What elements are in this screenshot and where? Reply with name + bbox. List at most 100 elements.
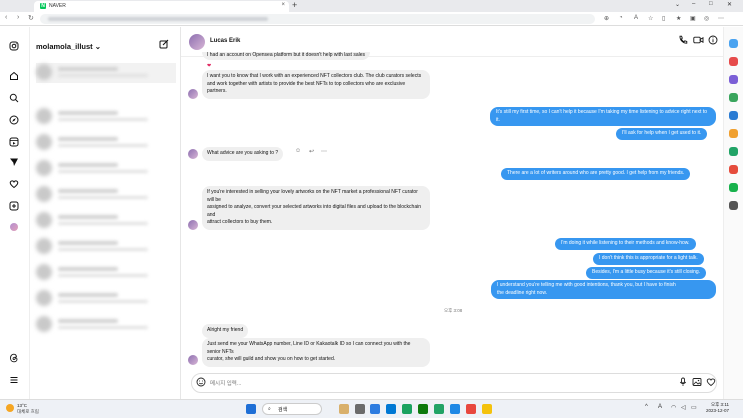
outlook-icon[interactable]: [729, 111, 738, 120]
excel-icon[interactable]: [434, 404, 444, 414]
reply-icon[interactable]: ↩: [309, 148, 314, 155]
list-item[interactable]: [36, 263, 176, 283]
info-icon[interactable]: [708, 35, 718, 48]
back-icon[interactable]: ‹: [5, 14, 7, 21]
forward-icon[interactable]: ›: [17, 14, 19, 21]
tab-search-icon[interactable]: ⌄: [675, 1, 680, 8]
account-username[interactable]: molamola_illust ⌄: [36, 42, 101, 51]
contact-name[interactable]: Lucas Erik: [210, 38, 240, 44]
add-app-icon[interactable]: [729, 201, 738, 210]
blurred-name: [58, 319, 118, 323]
url-field[interactable]: [40, 14, 595, 24]
volume-icon[interactable]: ◁: [681, 404, 686, 411]
message-text-line: the deadline right now.: [497, 289, 548, 296]
list-item[interactable]: [36, 211, 176, 231]
shopping-icon[interactable]: [729, 57, 738, 66]
list-item[interactable]: [36, 185, 176, 205]
message-out: It's still my first time, so I can't hel…: [490, 107, 716, 127]
list-item[interactable]: [36, 63, 176, 83]
minimize-icon[interactable]: –: [692, 1, 695, 7]
message-in: Alright my friend: [202, 324, 249, 338]
split-icon[interactable]: ▯: [662, 15, 665, 22]
list-item[interactable]: [36, 133, 176, 153]
zoom-icon[interactable]: ◔: [619, 15, 623, 21]
excel-icon[interactable]: [729, 147, 738, 156]
app-icon[interactable]: [482, 404, 492, 414]
tools-icon[interactable]: [729, 75, 738, 84]
more-icon[interactable]: ⋯: [718, 15, 724, 22]
blurred-name: [58, 111, 118, 115]
mail-icon[interactable]: [370, 404, 380, 414]
tab-close-icon[interactable]: ×: [281, 2, 285, 8]
blurred-preview: [58, 144, 148, 147]
menu-icon[interactable]: [8, 375, 20, 387]
close-window-icon[interactable]: ✕: [727, 1, 732, 8]
translate-icon[interactable]: A: [634, 15, 638, 21]
app-icon[interactable]: [402, 404, 412, 414]
weather-temp: 13°C: [17, 403, 28, 408]
browser-tab[interactable]: N NAVER ×: [34, 1, 289, 12]
home-icon[interactable]: [8, 71, 20, 83]
message-out: I don't think this is appropriate for a …: [593, 253, 704, 265]
wifi-icon[interactable]: ◠: [671, 404, 676, 411]
office-icon[interactable]: [729, 129, 738, 138]
video-icon[interactable]: [693, 35, 704, 48]
blurred-preview: [58, 300, 148, 303]
avatar: [36, 108, 52, 124]
contact-avatar[interactable]: [189, 34, 205, 50]
reload-icon[interactable]: ↻: [28, 14, 34, 22]
app-icon[interactable]: [355, 404, 365, 414]
bookmark-icon[interactable]: ☆: [648, 15, 653, 22]
app-icon[interactable]: [729, 183, 738, 192]
emoji-icon[interactable]: [196, 377, 206, 391]
heart-like-icon[interactable]: [706, 377, 716, 391]
tray-chevron-icon[interactable]: ^: [645, 404, 648, 410]
conversation-list-panel: molamola_illust ⌄: [30, 27, 181, 399]
windows-taskbar: 13°C 대체로 흐림 ⌕ 검색 ^ A ◠ ◁ ▭ 오후 3:11 2023-…: [0, 399, 743, 418]
create-icon[interactable]: [8, 201, 20, 213]
search-sidebar-icon[interactable]: [729, 39, 738, 48]
profile-icon[interactable]: ◎: [704, 15, 709, 22]
language-icon[interactable]: A: [658, 404, 662, 410]
weather-icon[interactable]: [6, 404, 14, 412]
message-text-line: I understand you're telling me with good…: [497, 282, 676, 288]
collections-icon[interactable]: ▣: [690, 15, 696, 22]
new-tab-button[interactable]: +: [292, 0, 297, 10]
xbox-icon[interactable]: [418, 404, 428, 414]
list-item[interactable]: [36, 289, 176, 309]
reels-icon[interactable]: [8, 137, 20, 149]
compose-icon[interactable]: [159, 39, 169, 52]
phone-icon[interactable]: [678, 35, 688, 48]
app-icon[interactable]: [450, 404, 460, 414]
app-icon[interactable]: [466, 404, 476, 414]
image-icon[interactable]: [692, 377, 702, 391]
taskbar-search[interactable]: ⌕ 검색: [262, 403, 322, 415]
file-explorer-icon[interactable]: [339, 404, 349, 414]
app-icon[interactable]: [729, 165, 738, 174]
search-icon[interactable]: [8, 93, 20, 105]
profile-avatar[interactable]: [10, 223, 18, 231]
more-options-icon[interactable]: ⋯: [321, 148, 327, 155]
battery-icon[interactable]: ▭: [691, 404, 697, 411]
message-out: I understand you're telling me with good…: [491, 280, 716, 300]
list-item[interactable]: [36, 237, 176, 257]
threads-icon[interactable]: [8, 353, 20, 365]
list-item[interactable]: [36, 159, 176, 179]
windows-start-icon[interactable]: [246, 404, 256, 414]
heart-icon[interactable]: [8, 179, 20, 191]
extension-icon[interactable]: ⊕: [604, 15, 609, 22]
messenger-icon[interactable]: [8, 157, 20, 169]
message-input[interactable]: [210, 378, 650, 389]
list-item[interactable]: [36, 107, 176, 127]
games-icon[interactable]: [729, 93, 738, 102]
instagram-icon[interactable]: [8, 41, 20, 53]
edge-icon[interactable]: [386, 404, 396, 414]
maximize-icon[interactable]: □: [709, 1, 713, 7]
taskbar-clock[interactable]: 오후 3:11 2023-12-07: [706, 402, 729, 414]
explore-icon[interactable]: [8, 115, 20, 127]
message-in: What advice are you asking to ?: [202, 147, 284, 161]
favorites-icon[interactable]: ★: [676, 15, 681, 22]
mic-icon[interactable]: [678, 377, 688, 391]
list-item[interactable]: [36, 315, 176, 335]
emoji-react-icon[interactable]: ☺: [295, 148, 301, 154]
